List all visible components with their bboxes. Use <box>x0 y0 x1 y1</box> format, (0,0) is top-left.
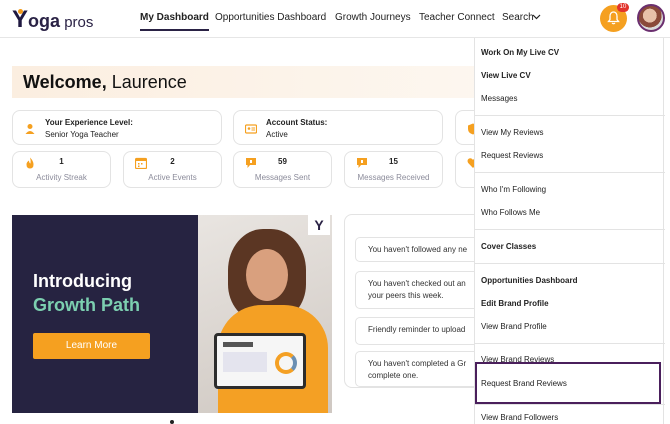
carousel-indicator[interactable] <box>170 420 174 424</box>
menu-who-im-following[interactable]: Who I'm Following <box>481 185 546 194</box>
messages-received-value: 15 <box>389 157 398 166</box>
account-status-label: Account Status: <box>266 118 328 127</box>
reminder-text: your peers this week. <box>368 291 444 300</box>
stat-active-events: 2 Active Events <box>123 151 222 188</box>
menu-divider <box>475 172 665 173</box>
id-card-icon <box>245 124 257 134</box>
reminder-text: Friendly reminder to upload <box>368 325 466 334</box>
nav-search[interactable]: Search <box>502 12 534 23</box>
logo-dot <box>18 9 23 14</box>
nav-opportunities-dashboard[interactable]: Opportunities Dashboard <box>215 12 326 23</box>
menu-divider <box>475 343 665 344</box>
menu-view-brand-profile[interactable]: View Brand Profile <box>481 322 547 331</box>
menu-messages[interactable]: Messages <box>481 94 517 103</box>
menu-divider <box>475 115 665 116</box>
photo-face <box>246 249 288 301</box>
activity-streak-value: 1 <box>59 157 64 166</box>
menu-who-follows-me[interactable]: Who Follows Me <box>481 208 540 217</box>
menu-divider <box>475 263 665 264</box>
messages-sent-value: 59 <box>278 157 287 166</box>
person-icon <box>25 124 35 134</box>
photo-laptop <box>214 333 306 389</box>
reminder-peers[interactable]: You haven't checked out an your peers thi… <box>355 271 483 309</box>
stat-activity-streak: 1 Activity Streak <box>12 151 111 188</box>
menu-work-on-live-cv[interactable]: Work On My Live CV <box>481 48 559 57</box>
notification-count-badge: 10 <box>617 3 629 12</box>
reminder-growth[interactable]: You haven't completed a Gr complete one. <box>355 351 483 387</box>
reminder-upload[interactable]: Friendly reminder to upload <box>355 317 483 345</box>
experience-level-value: Senior Yoga Teacher <box>45 130 119 139</box>
menu-request-reviews[interactable]: Request Reviews <box>481 151 543 160</box>
reminder-text: You haven't checked out an <box>368 279 466 288</box>
stat-messages-received: 15 Messages Received <box>344 151 443 188</box>
account-status-card: Account Status: Active <box>233 110 443 145</box>
reminder-text: You haven't followed any ne <box>368 245 468 254</box>
menu-opportunities-dashboard[interactable]: Opportunities Dashboard <box>481 276 577 285</box>
chevron-down-icon[interactable] <box>532 14 541 20</box>
reminders-panel: You haven't followed any ne You haven't … <box>344 214 484 388</box>
top-navigation-bar: Yoga pros My Dashboard Opportunities Das… <box>0 0 670 38</box>
menu-view-my-reviews[interactable]: View My Reviews <box>481 128 544 137</box>
growth-path-promo-banner[interactable]: Y Introducing Growth Path Learn More <box>12 215 332 413</box>
user-avatar[interactable] <box>637 4 665 32</box>
activity-streak-label: Activity Streak <box>36 173 87 182</box>
menu-edit-brand-profile[interactable]: Edit Brand Profile <box>481 299 549 308</box>
laptop-chart-ring <box>275 352 297 374</box>
experience-level-label: Your Experience Level: <box>45 118 133 127</box>
welcome-greeting: Welcome, <box>23 72 107 92</box>
nav-my-dashboard[interactable]: My Dashboard <box>140 12 209 31</box>
user-name: Laurence <box>111 72 187 92</box>
yoga-pros-logo[interactable]: Yoga pros <box>12 6 93 34</box>
reminder-follow[interactable]: You haven't followed any ne <box>355 237 483 262</box>
active-events-value: 2 <box>170 157 175 166</box>
active-events-label: Active Events <box>148 173 197 182</box>
request-brand-reviews-highlight <box>475 362 661 404</box>
laptop-header <box>223 342 253 347</box>
nav-growth-journeys[interactable]: Growth Journeys <box>335 12 411 23</box>
logo-suffix: pros <box>60 14 94 31</box>
menu-cover-classes[interactable]: Cover Classes <box>481 242 536 251</box>
nav-teacher-connect[interactable]: Teacher Connect <box>419 12 495 23</box>
learn-more-button[interactable]: Learn More <box>33 333 150 359</box>
menu-view-brand-followers[interactable]: View Brand Followers <box>481 413 558 422</box>
menu-view-live-cv[interactable]: View Live CV <box>481 71 531 80</box>
laptop-panel <box>223 352 267 372</box>
promo-title-line1: Introducing <box>33 271 132 291</box>
stat-messages-sent: 59 Messages Sent <box>233 151 332 188</box>
welcome-banner: Welcome, Laurence <box>12 66 492 98</box>
reminder-text: You haven't completed a Gr <box>368 359 467 368</box>
messages-received-label: Messages Received <box>357 173 430 182</box>
menu-divider <box>475 404 665 405</box>
menu-divider <box>475 229 665 230</box>
promo-title-line2: Growth Path <box>33 295 140 315</box>
reminder-text: complete one. <box>368 371 419 380</box>
bell-icon <box>607 11 620 25</box>
account-status-value: Active <box>266 130 288 139</box>
welcome-text: Welcome, Laurence <box>23 72 187 93</box>
experience-level-card: Your Experience Level: Senior Yoga Teach… <box>12 110 222 145</box>
logo-text: oga <box>28 11 61 31</box>
messages-sent-label: Messages Sent <box>254 173 311 182</box>
promo-photo <box>198 215 332 413</box>
promo-corner-logo: Y <box>308 215 330 235</box>
